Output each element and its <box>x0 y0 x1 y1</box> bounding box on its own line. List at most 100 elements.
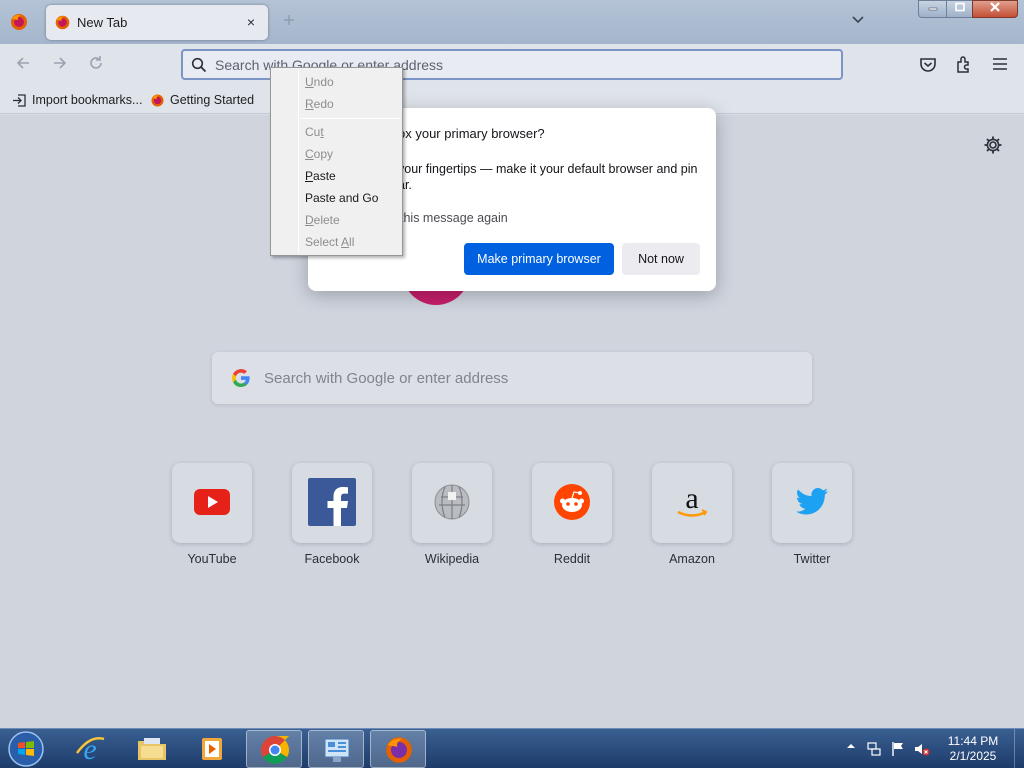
tab-strip: New Tab × <box>0 0 1024 44</box>
make-primary-browser-button[interactable]: Make primary browser <box>464 243 614 275</box>
clock-date: 2/1/2025 <box>949 749 997 763</box>
gear-icon[interactable] <box>983 135 1003 155</box>
maximize-button[interactable] <box>946 0 972 18</box>
facebook-icon <box>308 477 356 529</box>
pocket-icon[interactable] <box>918 54 940 76</box>
dialog-body-line: your fingertips — make it your default b… <box>398 162 698 176</box>
mnemonic: P <box>305 169 314 183</box>
menu-icon[interactable] <box>990 54 1012 76</box>
forward-icon[interactable] <box>49 54 71 76</box>
taskbar-media-player[interactable] <box>184 730 240 768</box>
mnemonic: A <box>341 235 350 249</box>
new-tab-button[interactable] <box>283 14 295 29</box>
facebook-tile[interactable] <box>292 463 372 543</box>
site-label: Amazon <box>669 552 715 566</box>
site-label: Reddit <box>553 552 591 566</box>
search-icon <box>191 57 207 73</box>
top-site-youtube[interactable]: YouTube <box>171 463 253 566</box>
amazon-icon: a <box>672 482 712 525</box>
menu-item-paste[interactable]: Paste <box>305 166 336 186</box>
youtube-tile[interactable] <box>172 463 252 543</box>
menu-item-label: elete <box>313 213 340 227</box>
menu-item-redo[interactable]: Redo <box>305 94 334 114</box>
top-site-wikipedia[interactable]: Wikipedia <box>411 463 493 566</box>
taskbar-file-explorer[interactable] <box>124 730 180 768</box>
bookmark-import[interactable]: Import bookmarks... <box>12 91 142 109</box>
menu-item-label: ll <box>349 235 355 249</box>
taskbar: e 11:44 PM 2/1/2025 <box>0 728 1024 768</box>
site-label: Facebook <box>304 552 360 566</box>
tab-title: New Tab <box>77 15 128 30</box>
navigation-toolbar <box>0 44 1024 86</box>
top-site-amazon[interactable]: a Amazon <box>651 463 733 566</box>
chevron-down-icon[interactable] <box>848 12 868 32</box>
network-icon[interactable] <box>866 741 882 757</box>
folder-icon <box>138 738 166 760</box>
newtab-search-input[interactable] <box>264 366 784 390</box>
wikipedia-tile[interactable] <box>412 463 492 543</box>
twitter-tile[interactable] <box>772 463 852 543</box>
back-icon[interactable] <box>12 54 34 76</box>
menu-item-label: edo <box>313 97 334 111</box>
firefox-view-icon[interactable] <box>9 12 29 32</box>
menu-item-copy[interactable]: Copy <box>305 144 333 164</box>
google-icon <box>230 367 252 389</box>
firefox-icon <box>54 14 71 31</box>
not-now-button[interactable]: Not now <box>622 243 700 275</box>
minimize-button[interactable] <box>918 0 946 18</box>
newtab-search-box[interactable] <box>212 352 812 404</box>
close-window-button[interactable] <box>972 0 1018 18</box>
start-button[interactable] <box>6 730 46 768</box>
control-panel-icon <box>324 738 350 762</box>
internet-explorer-icon: e <box>75 733 105 765</box>
menu-item-label: aste <box>313 169 336 183</box>
youtube-icon <box>194 488 230 518</box>
system-clock[interactable]: 11:44 PM 2/1/2025 <box>938 734 1008 764</box>
chrome-icon <box>261 736 289 764</box>
reddit-tile[interactable] <box>532 463 612 543</box>
taskbar-chrome[interactable] <box>246 730 302 768</box>
dialog-title: ox your primary browser? <box>398 126 545 141</box>
site-label: Twitter <box>793 552 831 566</box>
taskbar-firefox[interactable] <box>370 730 426 768</box>
show-desktop-button[interactable] <box>1014 729 1024 768</box>
import-icon <box>12 93 27 108</box>
bookmark-getting-started[interactable]: Getting Started <box>150 91 254 109</box>
menu-item-delete[interactable]: Delete <box>305 210 340 230</box>
edit-context-menu: Undo Redo Cut Copy Paste Paste and Go De… <box>270 67 403 256</box>
volume-muted-icon[interactable] <box>914 741 930 757</box>
twitter-icon <box>795 487 829 519</box>
extensions-icon[interactable] <box>954 54 976 76</box>
mnemonic: U <box>305 75 314 89</box>
site-label: YouTube <box>187 552 237 566</box>
action-center-flag-icon[interactable] <box>890 741 906 757</box>
reload-icon[interactable] <box>85 54 107 76</box>
clock-time: 11:44 PM <box>947 734 999 748</box>
menu-item-undo[interactable]: Undo <box>305 72 334 92</box>
menu-item-label: Select <box>305 235 342 249</box>
taskbar-control-panel[interactable] <box>308 730 364 768</box>
top-site-twitter[interactable]: Twitter <box>771 463 853 566</box>
menu-item-cut[interactable]: Cut <box>305 122 324 142</box>
top-site-facebook[interactable]: Facebook <box>291 463 373 566</box>
media-player-icon <box>202 738 222 760</box>
mnemonic: R <box>305 97 314 111</box>
dialog-body-line: ar. <box>398 178 412 192</box>
show-hidden-icons-button[interactable] <box>846 741 856 753</box>
firefox-window: New Tab × Search with Google or enter ad… <box>0 0 1024 728</box>
taskbar-internet-explorer[interactable]: e <box>62 730 118 768</box>
bookmark-label: Getting Started <box>170 93 255 107</box>
menu-item-label: ndo <box>313 75 334 89</box>
menu-separator <box>301 118 400 119</box>
close-tab-icon[interactable]: × <box>242 13 260 31</box>
mnemonic: D <box>305 213 314 227</box>
tab-new-tab[interactable]: New Tab × <box>46 5 268 40</box>
dialog-body: your fingertips — make it your default b… <box>398 161 708 193</box>
menu-item-paste-and-go[interactable]: Paste and Go <box>305 188 378 208</box>
menu-item-select-all[interactable]: Select All <box>305 232 354 252</box>
mnemonic: C <box>305 147 314 161</box>
top-site-reddit[interactable]: Reddit <box>531 463 613 566</box>
menu-item-label: Cu <box>305 125 321 139</box>
amazon-tile[interactable]: a <box>652 463 732 543</box>
dont-show-again-checkbox-label[interactable]: this message again <box>400 211 508 225</box>
